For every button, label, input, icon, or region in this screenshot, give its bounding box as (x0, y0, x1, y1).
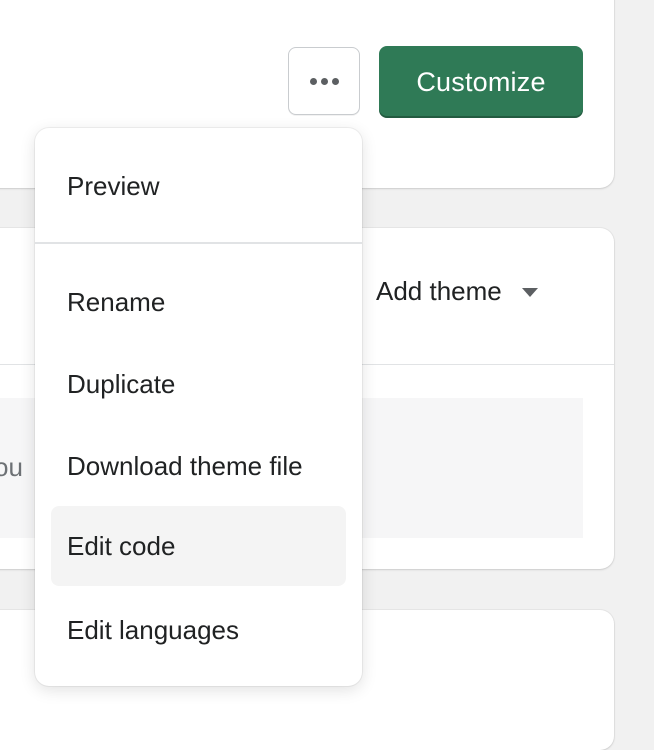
menu-divider (35, 242, 362, 244)
menu-item-download-theme-file[interactable]: Download theme file (51, 426, 346, 506)
menu-item-duplicate[interactable]: Duplicate (51, 344, 346, 424)
add-theme-label: Add theme (376, 276, 502, 306)
add-theme-button[interactable]: Add theme (376, 276, 538, 307)
horizontal-dots-icon-dot (320, 77, 328, 85)
customize-button[interactable]: Customize (379, 46, 583, 118)
more-actions-button[interactable] (288, 47, 360, 115)
menu-item-edit-languages[interactable]: Edit languages (51, 590, 346, 670)
horizontal-dots-icon-dot (331, 77, 339, 85)
menu-item-preview[interactable]: Preview (51, 146, 346, 226)
caret-down-icon (521, 288, 538, 297)
empty-state-text: ou (0, 452, 23, 482)
menu-item-rename[interactable]: Rename (51, 262, 346, 342)
menu-item-edit-code[interactable]: Edit code (51, 506, 346, 586)
horizontal-dots-icon (309, 77, 317, 85)
theme-actions-menu: Preview Rename Duplicate Download theme … (35, 128, 362, 686)
